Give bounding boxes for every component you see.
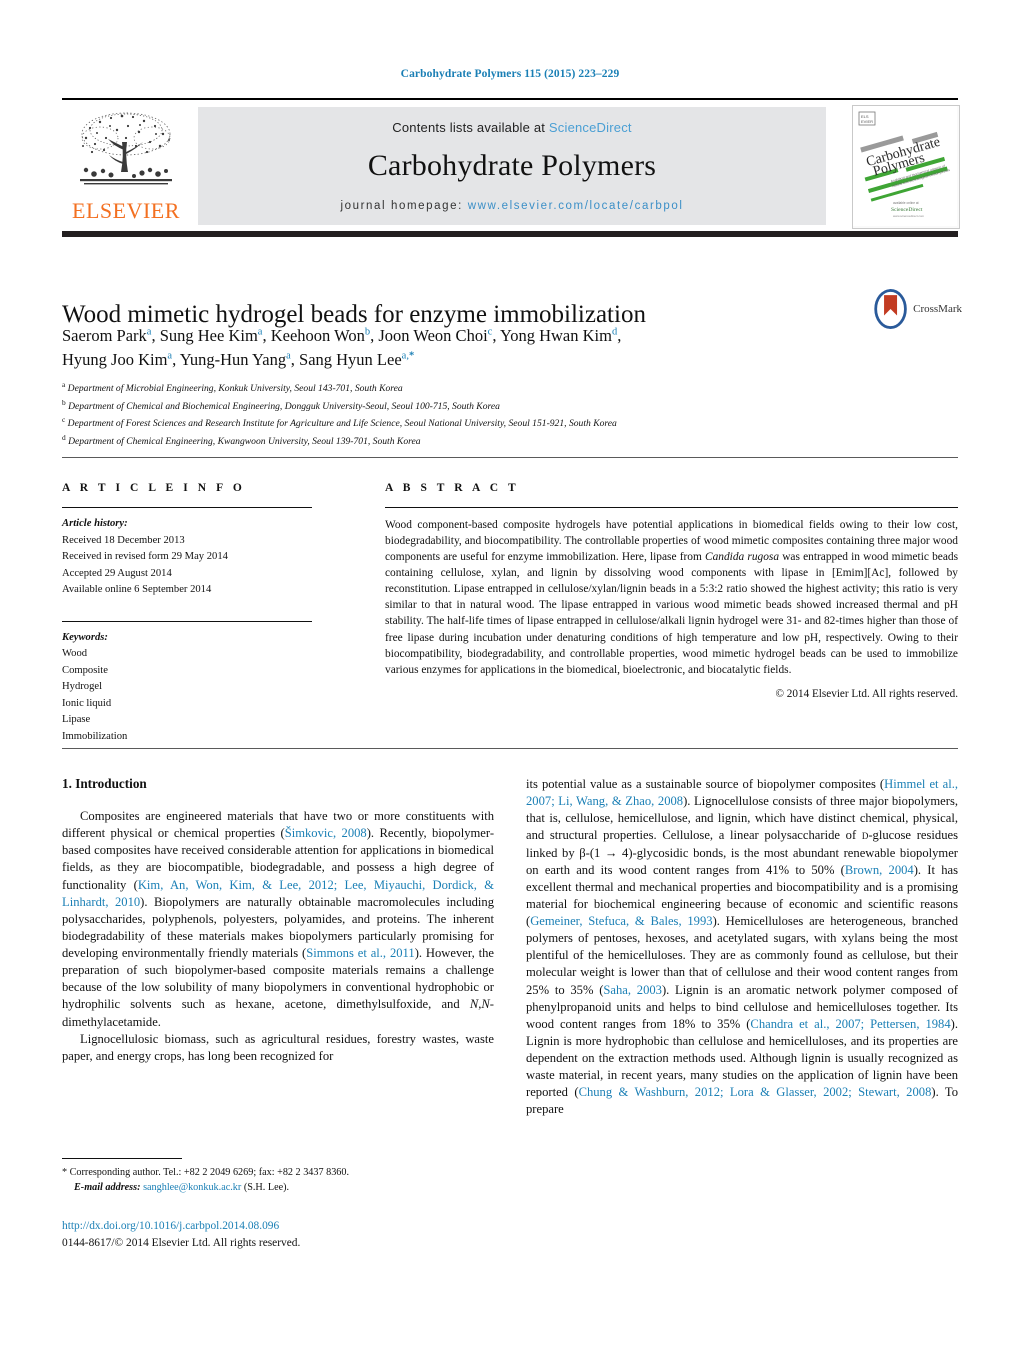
email-line: E-mail address: sanghlee@konkuk.ac.kr (S… (62, 1180, 494, 1195)
paragraph: Composites are engineered materials that… (62, 809, 495, 1029)
homepage-link[interactable]: www.elsevier.com/locate/carbpol (468, 200, 684, 212)
cover-art-icon: ELS EVIER Carbohydrate Polymers Analytic… (853, 106, 957, 226)
history-item: Received 18 December 2013 (62, 534, 185, 546)
abstract-heading: A B S T R A C T (385, 482, 520, 494)
affiliation-item: a Department of Microbial Engineering, K… (62, 380, 403, 395)
keywords-block: Keywords: Wood Composite Hydrogel Ionic … (62, 630, 330, 746)
affiliation-item: c Department of Forest Sciences and Rese… (62, 415, 617, 430)
article-history-block: Article history: Received 18 December 20… (62, 516, 330, 599)
contents-available-line: Contents lists available at ScienceDirec… (198, 107, 826, 135)
homepage-prefix: journal homepage: (340, 200, 468, 212)
author-list: Saerom Parka, Sung Hee Kima, Keehoon Won… (62, 324, 852, 372)
article-info-heading: A R T I C L E I N F O (62, 482, 246, 494)
article-page: Carbohydrate Polymers 115 (2015) 223–229 (0, 0, 1020, 1351)
crossmark-label: CrossMark (913, 303, 962, 315)
email-link[interactable]: sanghlee@konkuk.ac.kr (143, 1182, 241, 1193)
paragraph: its potential value as a sustainable sou… (526, 777, 959, 1117)
article-info-rule (62, 507, 312, 508)
elsevier-tree-icon (80, 112, 172, 185)
doi-link[interactable]: http://dx.doi.org/10.1016/j.carbpol.2014… (62, 1218, 494, 1235)
abstract-copyright: © 2014 Elsevier Ltd. All rights reserved… (775, 687, 959, 700)
section-heading-introduction: 1. Introduction (62, 776, 147, 791)
contents-prefix: Contents lists available at (392, 120, 549, 135)
doi-block: http://dx.doi.org/10.1016/j.carbpol.2014… (62, 1218, 494, 1251)
header-rule (62, 98, 958, 100)
abstract-text: Wood component-based composite hydrogels… (385, 519, 959, 676)
svg-text:www.sciencedirect.com: www.sciencedirect.com (893, 214, 925, 218)
info-section-top-rule (62, 457, 958, 459)
affiliation-list: a Department of Microbial Engineering, K… (62, 379, 952, 450)
keyword-item: Lipase (62, 714, 91, 726)
elsevier-logo: ELSEVIER (62, 105, 190, 227)
article-history-label: Article history: (62, 518, 128, 529)
keyword-item: Ionic liquid (62, 697, 112, 709)
author-line-2: Hyung Joo Kima, Yung-Hun Yanga, Sang Hyu… (62, 349, 415, 369)
body-column-left: 1. Introduction Composites are engineere… (62, 776, 494, 1065)
keyword-item: Wood (62, 648, 88, 660)
crossmark-icon (874, 289, 907, 329)
keyword-item: Hydrogel (62, 681, 103, 693)
corresponding-author-line: * Corresponding author. Tel.: +82 2 2049… (62, 1167, 350, 1178)
masthead-bottom-rule (62, 231, 958, 237)
abstract-rule (385, 507, 958, 508)
affiliation-item: d Department of Chemical Engineering, Kw… (62, 433, 421, 448)
journal-homepage-line: journal homepage: www.elsevier.com/locat… (198, 200, 826, 212)
paragraph: Lignocellulosic biomass, such as agricul… (62, 1031, 494, 1063)
svg-text:ScienceDirect: ScienceDirect (891, 207, 923, 213)
keywords-label: Keywords: (62, 631, 108, 643)
keyword-item: Immobilization (62, 730, 128, 742)
footnote-rule (62, 1158, 182, 1159)
author-line-1: Saerom Parka, Sung Hee Kima, Keehoon Won… (62, 326, 622, 345)
sciencedirect-link[interactable]: ScienceDirect (549, 120, 632, 135)
email-suffix: (S.H. Lee). (243, 1182, 290, 1194)
history-item: Available online 6 September 2014 (62, 584, 212, 596)
journal-title: Carbohydrate Polymers (367, 149, 657, 182)
journal-masthead: ELSEVIER Contents lists available at Sci… (62, 105, 960, 229)
history-item: Accepted 29 August 2014 (62, 567, 172, 579)
journal-cover-thumbnail: ELS EVIER Carbohydrate Polymers Analytic… (852, 105, 960, 229)
affiliation-item: b Department of Chemical and Biochemical… (62, 397, 500, 412)
article-info-section: A R T I C L E I N F O Article history: R… (62, 482, 330, 745)
email-label: E-mail address: (74, 1182, 141, 1194)
abstract-section: A B S T R A C T Wood component-based com… (385, 482, 958, 700)
elsevier-wordmark: ELSEVIER (72, 198, 180, 223)
running-head: Carbohydrate Polymers 115 (2015) 223–229 (400, 68, 620, 80)
abstract-bottom-rule (62, 748, 958, 750)
corresponding-author-note: * Corresponding author. Tel.: +82 2 2049… (62, 1165, 494, 1196)
keywords-rule (62, 620, 312, 622)
svg-text:EVIER: EVIER (861, 119, 873, 124)
journal-info-band: Contents lists available at ScienceDirec… (198, 107, 826, 225)
crossmark-badge[interactable]: CrossMark (872, 286, 962, 332)
issn-copyright-line: 0144-8617/© 2014 Elsevier Ltd. All right… (62, 1236, 301, 1249)
keyword-item: Composite (62, 664, 108, 676)
history-item: Received in revised form 29 May 2014 (62, 551, 228, 563)
svg-text:available online at: available online at (893, 201, 919, 205)
body-column-right: its potential value as a sustainable sou… (526, 776, 958, 1119)
